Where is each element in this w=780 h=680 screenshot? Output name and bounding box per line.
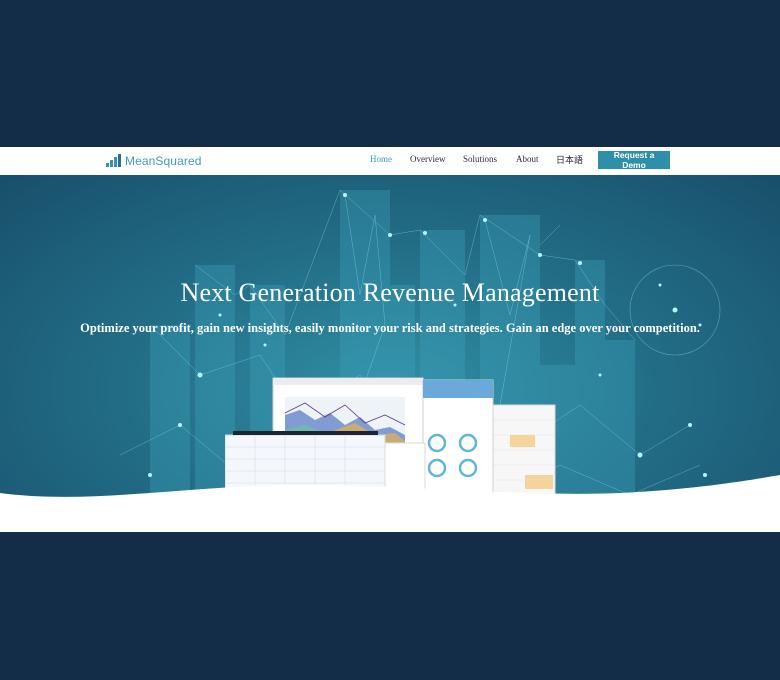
nav-japanese[interactable]: 日本語 bbox=[556, 153, 583, 166]
site-header: MeanSquared Home Overview Solutions Abou… bbox=[0, 147, 780, 175]
hero-section: Next Generation Revenue Management Optim… bbox=[0, 175, 780, 532]
nav-home[interactable]: Home bbox=[370, 154, 392, 164]
logo-mark-icon bbox=[106, 154, 124, 168]
logo-text: MeanSquared bbox=[125, 154, 202, 168]
hero-bottom-wave bbox=[0, 475, 780, 532]
request-demo-button[interactable]: Request a Demo bbox=[598, 150, 670, 170]
hero-subtitle: Optimize your profit, gain new insights,… bbox=[80, 321, 700, 335]
nav-overview[interactable]: Overview bbox=[410, 154, 446, 164]
hero-title: Next Generation Revenue Management bbox=[180, 278, 600, 307]
nav-solutions[interactable]: Solutions bbox=[463, 154, 497, 164]
nav-about[interactable]: About bbox=[516, 154, 539, 164]
logo[interactable]: MeanSquared bbox=[106, 153, 202, 169]
